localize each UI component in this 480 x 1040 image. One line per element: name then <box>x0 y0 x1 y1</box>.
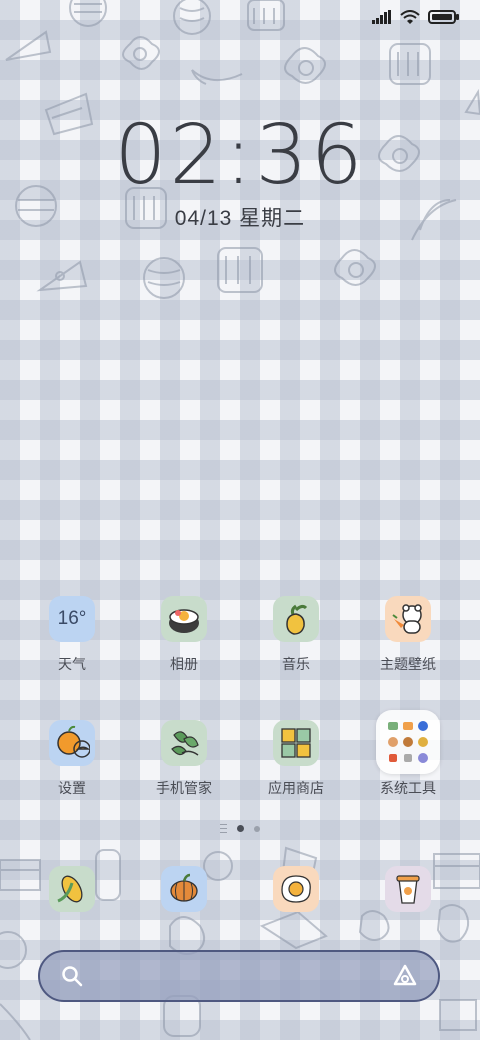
status-bar <box>372 10 460 24</box>
page-indicator <box>0 824 480 833</box>
corn-icon <box>49 866 95 912</box>
app-label-security: 手机管家 <box>156 780 212 796</box>
page-dot-active[interactable] <box>237 825 244 832</box>
security-icon <box>161 720 207 766</box>
search-bar[interactable] <box>38 950 440 1002</box>
page-indicator-menu[interactable] <box>220 824 227 833</box>
app-label-system-tools: 系统工具 <box>380 780 436 796</box>
system-tools-folder <box>376 710 440 774</box>
app-label-gallery: 相册 <box>170 656 198 672</box>
app-label-weather: 天气 <box>58 656 86 672</box>
app-settings[interactable]: 设置 <box>16 720 128 798</box>
app-store-icon <box>273 720 319 766</box>
app-gallery[interactable]: 相册 <box>128 596 240 674</box>
coffee-cup-icon <box>385 866 431 912</box>
clock-date: 04/13 星期二 <box>174 207 306 230</box>
weather-temp-badge: 16° <box>57 608 87 629</box>
search-icon[interactable] <box>60 964 84 988</box>
dock-app-3[interactable] <box>240 866 352 912</box>
dock-app-4[interactable] <box>352 866 464 912</box>
signal-icon <box>372 10 391 24</box>
dock-app-2[interactable] <box>128 866 240 912</box>
app-security[interactable]: 手机管家 <box>128 720 240 798</box>
assistant-icon[interactable] <box>392 963 418 989</box>
wifi-icon <box>400 10 420 24</box>
app-system-tools[interactable]: 系统工具 <box>352 710 464 798</box>
app-store[interactable]: 应用商店 <box>240 720 352 798</box>
pumpkin-icon <box>161 866 207 912</box>
dock-app-1[interactable] <box>16 866 128 912</box>
app-themes[interactable]: 主题壁纸 <box>352 596 464 674</box>
settings-icon <box>49 720 95 766</box>
app-label-store: 应用商店 <box>268 780 324 796</box>
app-label-themes: 主题壁纸 <box>380 656 436 672</box>
app-label-settings: 设置 <box>58 780 86 796</box>
app-weather[interactable]: 16° 天气 <box>16 596 128 674</box>
battery-icon <box>428 10 459 24</box>
weather-icon: 16° <box>49 596 95 642</box>
music-icon <box>273 596 319 642</box>
themes-icon <box>385 596 431 642</box>
page-dot[interactable] <box>254 825 260 832</box>
gallery-icon <box>161 596 207 642</box>
app-label-music: 音乐 <box>282 656 310 672</box>
clock-time: 02:36 <box>114 108 366 203</box>
app-music[interactable]: 音乐 <box>240 596 352 674</box>
fried-egg-icon <box>273 866 319 912</box>
